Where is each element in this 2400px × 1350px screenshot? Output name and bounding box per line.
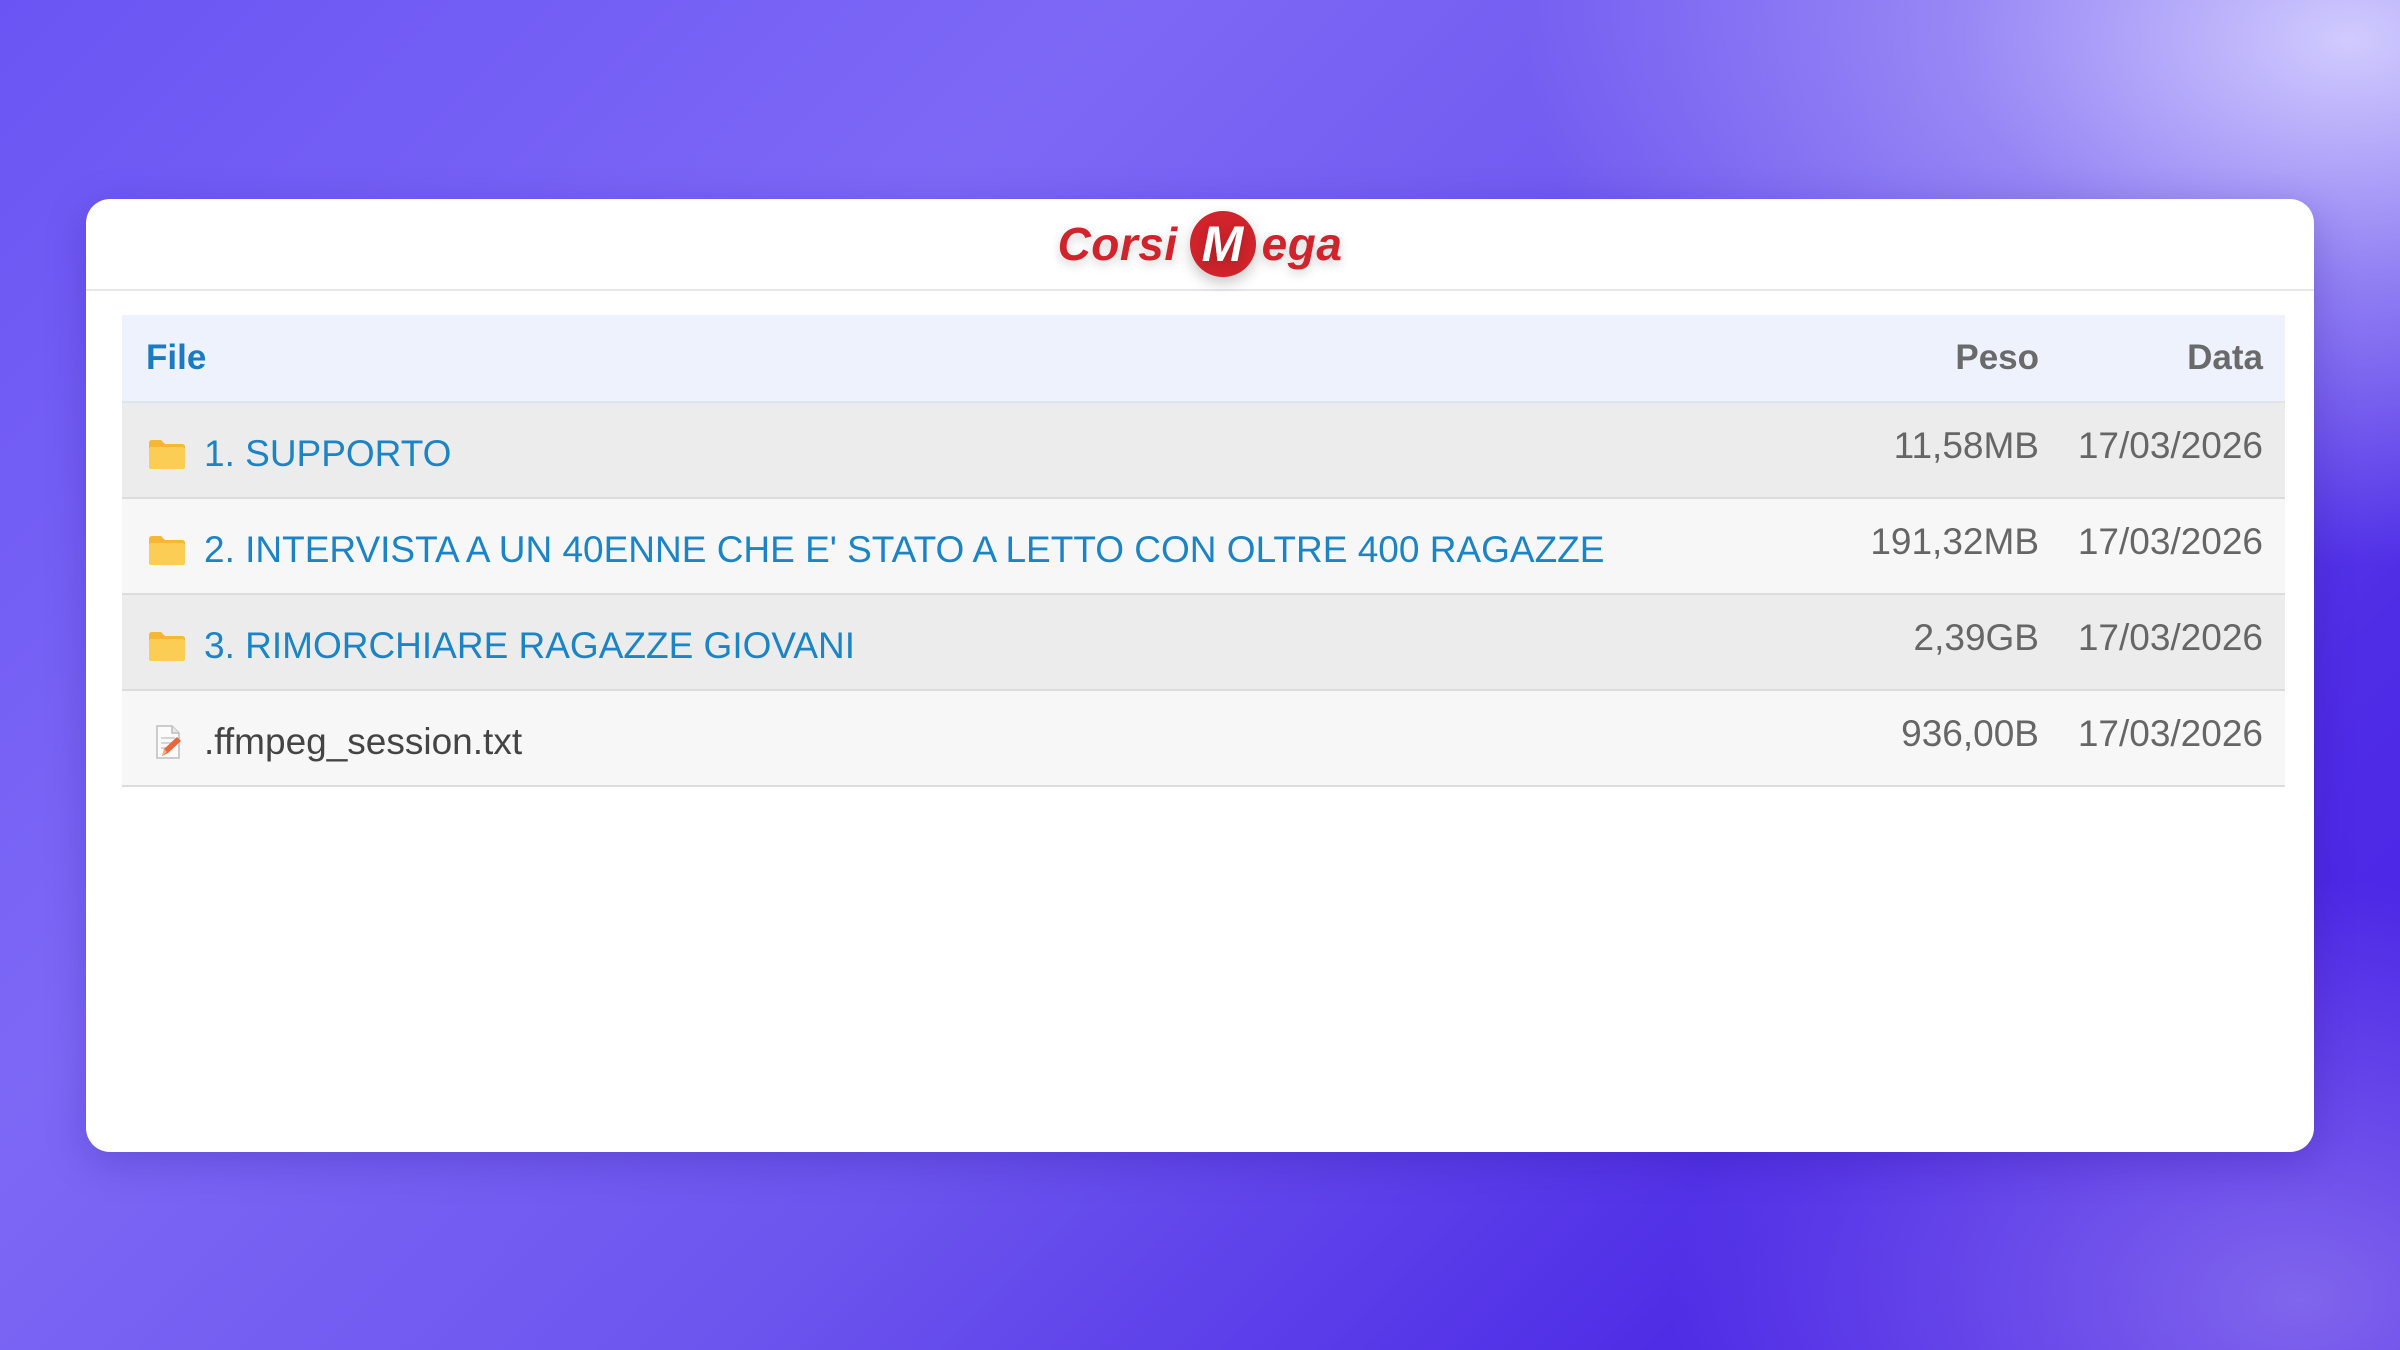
logo-m-badge: M [1189, 211, 1256, 277]
table-row[interactable]: 2. INTERVISTA A UN 40ENNE CHE E' STATO A… [122, 499, 2285, 595]
name-cell: 3. RIMORCHIARE RAGAZZE GIOVANI [122, 625, 1799, 667]
folder-link[interactable]: 2. INTERVISTA A UN 40ENNE CHE E' STATO A… [204, 529, 1604, 571]
size-cell: 11,58MB [1893, 425, 2039, 466]
size-cell: 936,00B [1901, 713, 2039, 754]
column-header-size[interactable]: Peso [1799, 338, 2039, 378]
logo-text-right: ega [1261, 218, 1343, 270]
file-table: File Peso Data 1. SUPPORTO 11,58MB 17/03… [122, 315, 2285, 787]
size-cell: 2,39GB [1913, 617, 2039, 658]
size-cell: 191,32MB [1870, 521, 2039, 562]
logo-text-left: Corsi [1057, 218, 1178, 270]
folder-icon [148, 534, 186, 566]
name-cell: 1. SUPPORTO [122, 433, 1799, 475]
table-row[interactable]: .ffmpeg_session.txt 936,00B 17/03/2026 [122, 691, 2285, 787]
file-browser-card: Corsi M ega File Peso Data 1. SUPPORTO 1… [86, 199, 2314, 1152]
date-cell: 17/03/2026 [2077, 425, 2263, 466]
folder-link[interactable]: 3. RIMORCHIARE RAGAZZE GIOVANI [204, 625, 855, 667]
name-cell: .ffmpeg_session.txt [122, 721, 1799, 763]
name-cell: 2. INTERVISTA A UN 40ENNE CHE E' STATO A… [122, 529, 1799, 571]
file-name[interactable]: .ffmpeg_session.txt [204, 721, 522, 763]
date-cell: 17/03/2026 [2077, 713, 2263, 754]
folder-icon [148, 438, 186, 470]
table-row[interactable]: 1. SUPPORTO 11,58MB 17/03/2026 [122, 403, 2285, 499]
table-row[interactable]: 3. RIMORCHIARE RAGAZZE GIOVANI 2,39GB 17… [122, 595, 2285, 691]
date-cell: 17/03/2026 [2077, 617, 2263, 658]
column-header-file[interactable]: File [122, 338, 1799, 378]
brand-logo[interactable]: Corsi M ega [1058, 211, 1343, 277]
table-header: File Peso Data [122, 315, 2285, 403]
text-file-icon [148, 725, 186, 759]
folder-icon [148, 630, 186, 662]
column-header-date[interactable]: Data [2039, 338, 2285, 378]
folder-link[interactable]: 1. SUPPORTO [204, 433, 451, 475]
date-cell: 17/03/2026 [2077, 521, 2263, 562]
header: Corsi M ega [86, 199, 2314, 291]
